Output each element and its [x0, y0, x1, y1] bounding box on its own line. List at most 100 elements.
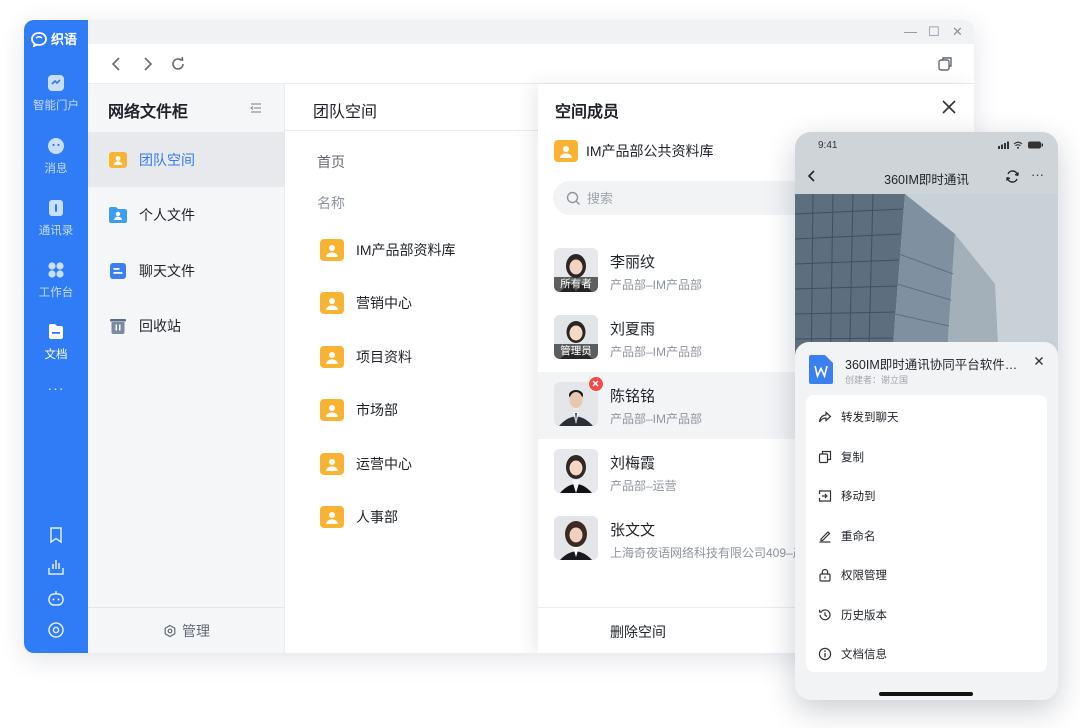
rail-label: 文档: [44, 349, 68, 361]
team-space-icon: [109, 151, 127, 168]
role-tag-owner: 所有者: [554, 277, 598, 292]
robot-icon[interactable]: [46, 588, 66, 608]
more-button[interactable]: ···: [1031, 167, 1044, 182]
folder-row[interactable]: 市场部: [319, 395, 538, 425]
folder-icon: [320, 239, 344, 261]
rename-icon: [819, 530, 831, 543]
nav-item-team-space[interactable]: 团队空间: [88, 132, 285, 187]
rail-item-contacts[interactable]: 通讯录: [24, 198, 88, 238]
nav-item-personal-file[interactable]: 个人文件: [88, 187, 285, 242]
search-icon: [566, 191, 580, 205]
menu-item-permission[interactable]: 权限管理: [806, 555, 1047, 594]
member-dept: 产品部–IM产品部: [610, 345, 703, 359]
maximize-button[interactable]: ☐: [928, 24, 940, 40]
menu-item-rename[interactable]: 重命名: [806, 516, 1047, 555]
avatar: 所有者: [554, 248, 598, 292]
remove-member-button[interactable]: [588, 376, 604, 392]
member-name: 李丽纹: [610, 254, 656, 271]
folder-row[interactable]: 营销中心: [319, 288, 538, 318]
nav-item-trash[interactable]: 回收站: [88, 298, 285, 353]
search-input[interactable]: [587, 190, 807, 206]
avatar: [554, 449, 598, 493]
app-rail: 织语 智能门户 消息 通讯录 工作台 文档 ···: [24, 20, 88, 653]
popout-icon[interactable]: [936, 55, 954, 73]
rail-item-portal[interactable]: 智能门户: [24, 73, 88, 113]
rail-label: 通讯录: [38, 225, 74, 237]
folder-row[interactable]: 人事部: [319, 502, 538, 532]
workbench-icon: [48, 262, 64, 278]
refresh-icon[interactable]: [169, 55, 187, 73]
rail-label: 工作台: [38, 287, 74, 299]
history-icon: [819, 608, 831, 620]
gear-icon: [164, 624, 176, 637]
column-header-name[interactable]: 名称: [317, 193, 345, 213]
bookmark-icon[interactable]: [46, 525, 66, 545]
folder-name: 人事部: [356, 509, 398, 525]
rail-item-document[interactable]: 文档: [24, 322, 88, 362]
word-doc-icon: [809, 355, 833, 384]
member-dept: 产品部–IM产品部: [610, 278, 703, 292]
member-name: 刘夏雨: [610, 321, 656, 338]
rail-label: 消息: [44, 163, 68, 175]
doc-creator: 创建者：谢立国: [845, 375, 909, 385]
menu-label: 移动到: [841, 490, 876, 503]
folder-name: 运营中心: [356, 456, 412, 472]
forward-icon[interactable]: [138, 55, 156, 73]
folder-row[interactable]: 运营中心: [319, 449, 538, 479]
avatar: [554, 516, 598, 560]
menu-item-move[interactable]: 移动到: [806, 476, 1047, 515]
trash-icon: [110, 318, 126, 334]
rail-item-message[interactable]: 消息: [24, 136, 88, 176]
manage-button[interactable]: 管理: [88, 607, 285, 653]
team-space-panel: 团队空间 首页 名称 IM产品部资料库 营销中心 项目资料 市场部 运营中心 人…: [285, 84, 538, 653]
folder-icon: [554, 140, 578, 162]
breadcrumb[interactable]: 首页: [317, 152, 345, 172]
menu-label: 文档信息: [841, 648, 887, 661]
panel-title: 空间成员: [555, 104, 620, 121]
file-cabinet-panel: 网络文件柜 团队空间 个人文件 聊天文件 回收站 管理: [88, 84, 285, 653]
menu-label: 历史版本: [841, 609, 887, 622]
sync-icon[interactable]: [1005, 169, 1020, 184]
menu-item-copy[interactable]: 复制: [806, 437, 1047, 476]
collapse-icon[interactable]: [248, 100, 264, 116]
close-window-button[interactable]: ✕: [952, 24, 963, 40]
forward-icon: [818, 410, 832, 422]
close-icon[interactable]: [1034, 356, 1044, 366]
info-icon: [818, 647, 832, 660]
folder-name: 营销中心: [356, 295, 412, 311]
message-icon: [48, 138, 64, 154]
folder-name: 市场部: [356, 402, 398, 418]
menu-item-doc-info[interactable]: 文档信息: [806, 634, 1047, 673]
rail-item-workbench[interactable]: 工作台: [24, 260, 88, 300]
menu-item-forward[interactable]: 转发到聊天: [806, 397, 1047, 436]
action-menu: 转发到聊天 复制 移动到 重命名 权限管理 历史版本 文档信息: [806, 395, 1047, 672]
panel-title: 团队空间: [313, 104, 378, 121]
minimize-button[interactable]: —: [904, 24, 917, 40]
personal-file-icon: [109, 206, 127, 223]
nav-item-label: 个人文件: [139, 206, 195, 223]
menu-item-history[interactable]: 历史版本: [806, 595, 1047, 634]
nav-item-chat-file[interactable]: 聊天文件: [88, 243, 285, 298]
app-logo[interactable]: 织语: [30, 29, 77, 48]
member-name: 陈铭铭: [610, 388, 656, 405]
rail-more-button[interactable]: ···: [24, 380, 88, 396]
role-tag-admin: 管理员: [554, 344, 598, 359]
settings-icon[interactable]: [46, 620, 66, 640]
back-icon[interactable]: [108, 55, 126, 73]
remove-icon: [592, 380, 599, 387]
folder-row[interactable]: 项目资料: [319, 342, 538, 372]
share-icon[interactable]: [46, 557, 66, 577]
folder-row[interactable]: IM产品部资料库: [319, 235, 538, 265]
close-icon[interactable]: [940, 98, 958, 116]
folder-icon: [320, 292, 344, 314]
delete-space-button[interactable]: 删除空间: [610, 622, 666, 642]
member-dept: 产品部–IM产品部: [610, 412, 703, 426]
manage-label: 管理: [182, 622, 210, 639]
folder-icon: [320, 506, 344, 528]
member-name: 刘梅霞: [610, 455, 656, 472]
chat-file-icon: [110, 262, 126, 279]
member-dept: 产品部–运营: [610, 479, 677, 493]
library-name: IM产品部公共资料库: [553, 138, 714, 164]
mobile-header: 9:41 360IM即时通讯 ···: [795, 132, 1058, 194]
action-sheet: 360IM即时通讯协同平台软件白皮书 创建者：谢立国 转发到聊天 复制 移动到 …: [795, 342, 1058, 700]
